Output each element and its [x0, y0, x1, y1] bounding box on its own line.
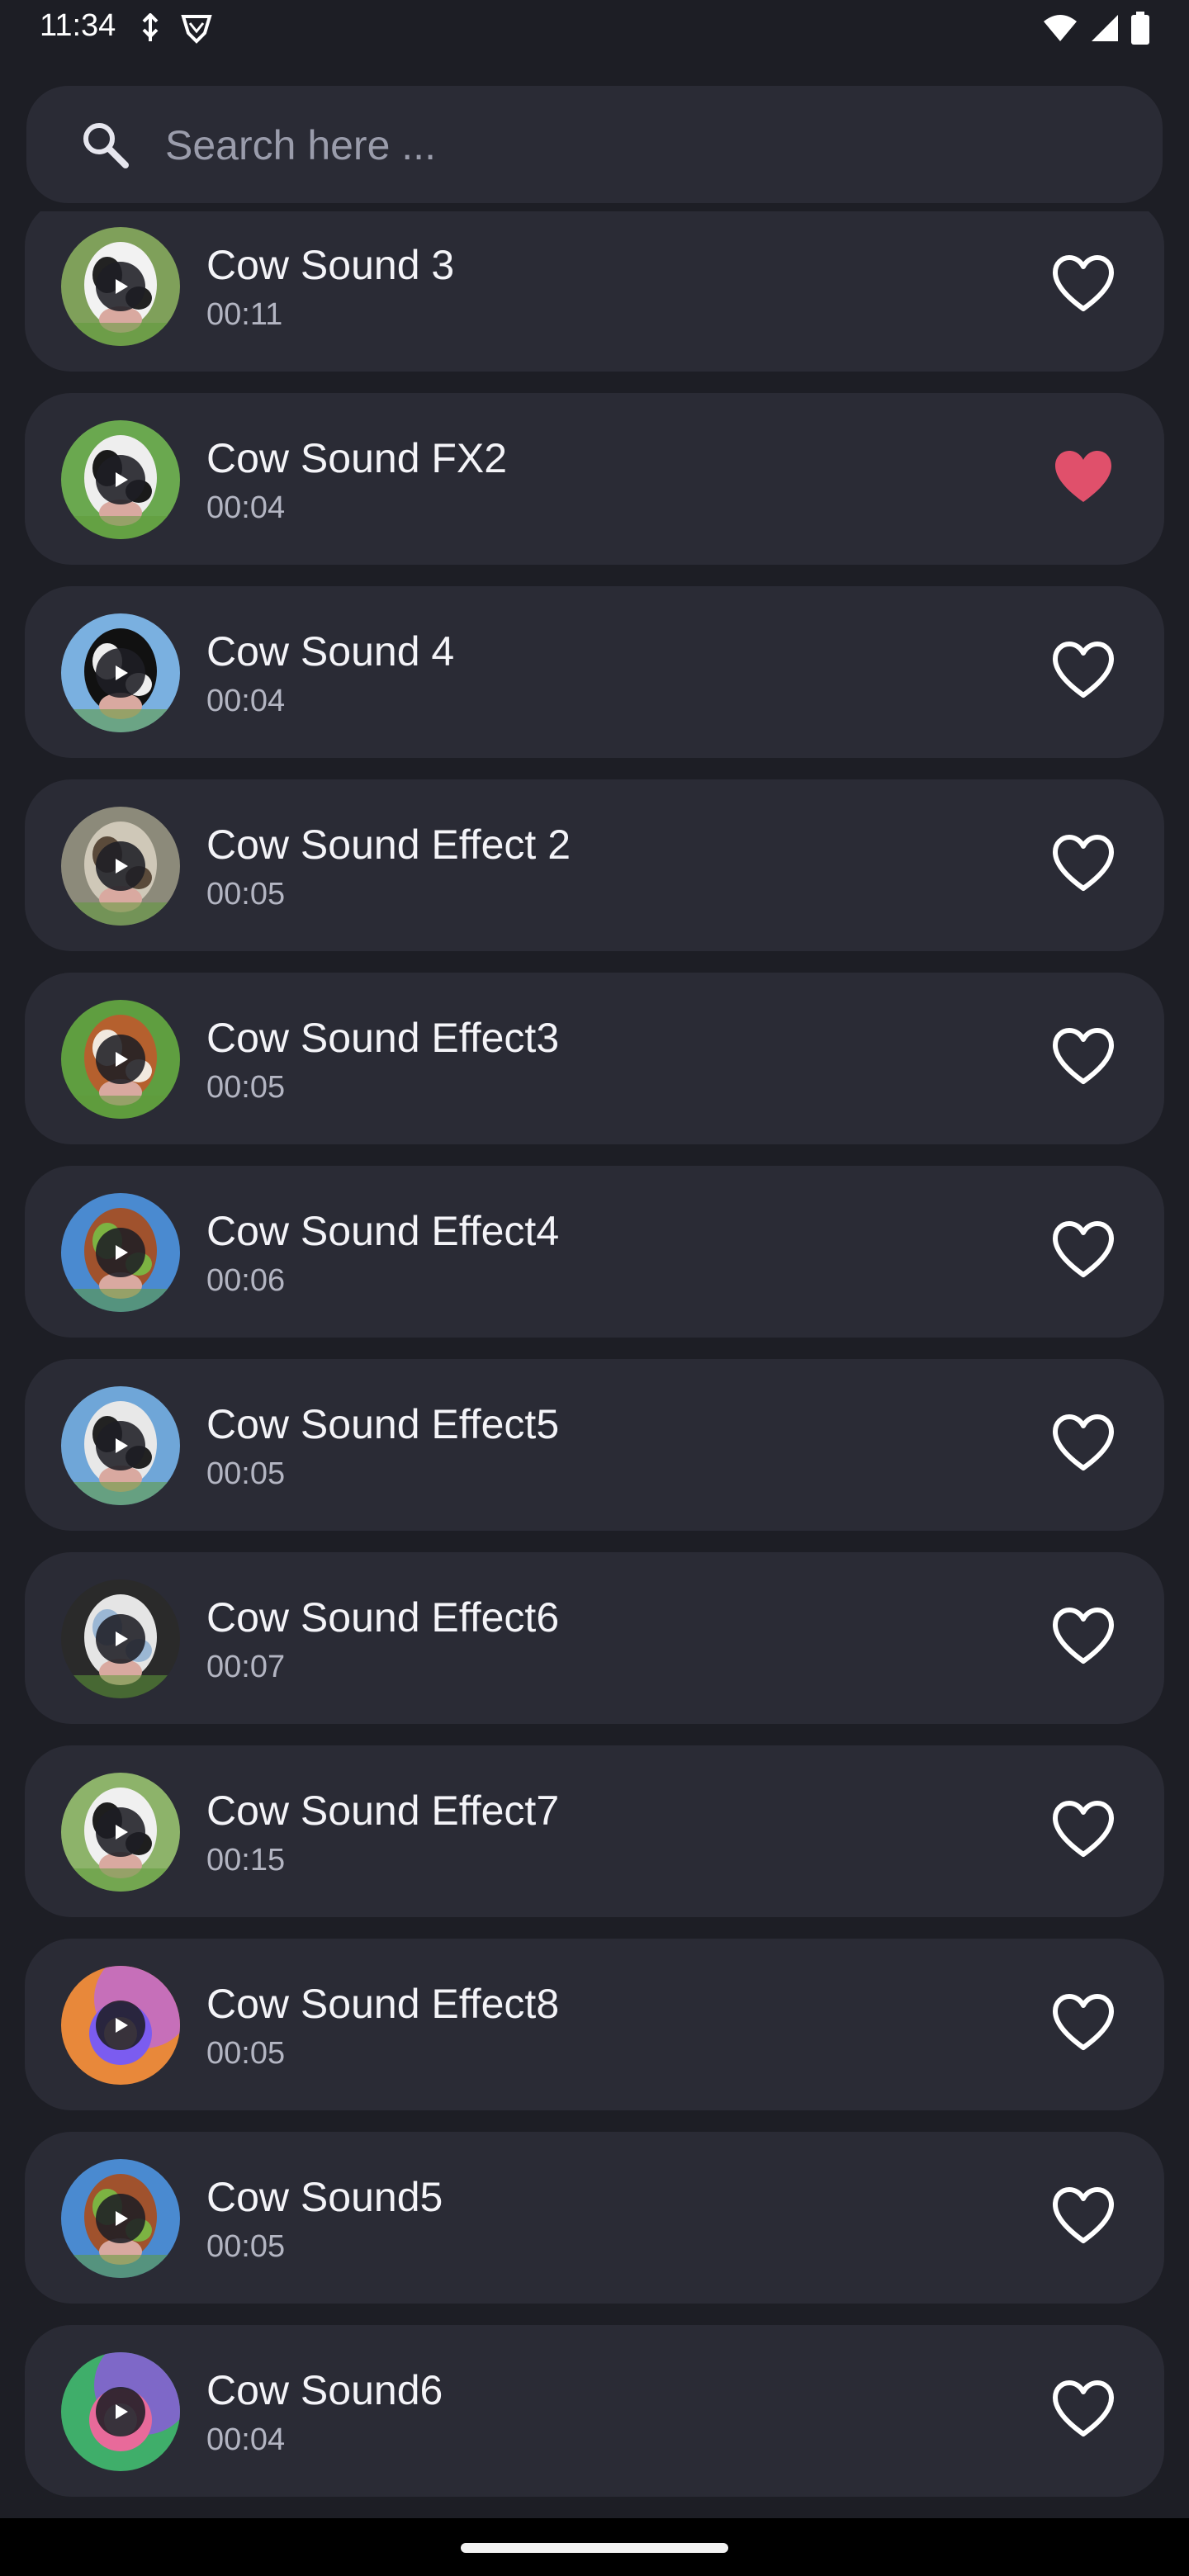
sound-duration: 00:05	[206, 877, 286, 912]
sound-duration: 00:05	[206, 1456, 286, 1491]
status-bar: 11:34	[0, 0, 1189, 66]
play-icon	[96, 841, 145, 891]
favorite-button[interactable]	[1052, 1800, 1115, 1863]
sound-title: Cow Sound Effect3	[206, 1015, 560, 1061]
heart-outline-icon	[1053, 1994, 1114, 2050]
sound-card[interactable]: Cow Sound Effect4 00:06	[25, 1166, 1164, 1338]
home-indicator[interactable]	[461, 2543, 728, 2553]
play-button[interactable]	[61, 1193, 180, 1312]
play-button[interactable]	[61, 420, 180, 539]
shield-icon	[180, 12, 213, 49]
play-button[interactable]	[61, 1386, 180, 1505]
favorite-button[interactable]	[1052, 2186, 1115, 2249]
sound-duration: 00:05	[206, 1070, 286, 1105]
sound-duration: 00:15	[206, 1843, 286, 1878]
play-icon	[96, 2001, 145, 2050]
favorite-button[interactable]	[1052, 2379, 1115, 2442]
sound-duration: 00:07	[206, 1650, 286, 1684]
status-right-icons	[1042, 12, 1149, 49]
heart-outline-icon	[1053, 255, 1114, 311]
sound-title: Cow Sound Effect8	[206, 1981, 560, 2027]
sound-card[interactable]: Cow Sound Effect7 00:15	[25, 1745, 1164, 1917]
sound-title: Cow Sound5	[206, 2174, 443, 2220]
sound-card[interactable]: Cow Sound Effect6 00:07	[25, 1552, 1164, 1724]
sound-card[interactable]: Cow Sound 3 00:11	[25, 211, 1164, 372]
play-icon	[96, 2387, 145, 2436]
play-button[interactable]	[61, 227, 180, 346]
heart-filled-icon	[1055, 451, 1111, 502]
sound-duration: 00:06	[206, 1263, 286, 1298]
sound-card[interactable]: Cow Sound Effect8 00:05	[25, 1939, 1164, 2110]
play-button[interactable]	[61, 2352, 180, 2471]
play-button[interactable]	[61, 1000, 180, 1119]
battery-icon	[1131, 12, 1149, 49]
status-time: 11:34	[40, 8, 116, 43]
play-button[interactable]	[61, 1966, 180, 2085]
play-button[interactable]	[61, 2159, 180, 2278]
heart-outline-icon	[1053, 2187, 1114, 2243]
play-icon	[96, 2194, 145, 2243]
favorite-button[interactable]	[1052, 1027, 1115, 1090]
favorite-button[interactable]	[1052, 1993, 1115, 2056]
sound-duration: 00:11	[206, 297, 283, 332]
sound-duration: 00:04	[206, 684, 286, 718]
sound-title: Cow Sound Effect 2	[206, 822, 571, 868]
sound-title: Cow Sound Effect4	[206, 1208, 560, 1254]
sound-title: Cow Sound Effect7	[206, 1788, 560, 1834]
search-bar[interactable]	[26, 86, 1163, 203]
wifi-icon	[1042, 13, 1078, 47]
play-icon	[96, 648, 145, 698]
sound-card[interactable]: Cow Sound FX2 00:04	[25, 393, 1164, 565]
sound-card[interactable]: Cow Sound 4 00:04	[25, 586, 1164, 758]
favorite-button[interactable]	[1052, 641, 1115, 703]
heart-outline-icon	[1053, 1608, 1114, 1664]
sound-list[interactable]: Cow Sound 3 00:11 Cow Sound FX2 00:04 Cow So…	[0, 211, 1189, 2518]
sound-card[interactable]: Cow Sound Effect5 00:05	[25, 1359, 1164, 1531]
play-button[interactable]	[61, 1579, 180, 1698]
play-icon	[96, 1421, 145, 1470]
play-button[interactable]	[61, 1773, 180, 1892]
heart-outline-icon	[1053, 642, 1114, 698]
heart-outline-icon	[1053, 1801, 1114, 1857]
search-input[interactable]	[163, 111, 1116, 180]
usb-debug-icon	[139, 12, 162, 47]
sound-title: Cow Sound Effect6	[206, 1594, 560, 1641]
sound-title: Cow Sound 3	[206, 242, 455, 288]
play-icon	[96, 1807, 145, 1857]
search-icon	[79, 119, 130, 170]
favorite-button[interactable]	[1052, 1220, 1115, 1283]
sound-card[interactable]: Cow Sound6 00:04	[25, 2325, 1164, 2497]
sound-duration: 00:05	[206, 2036, 286, 2071]
play-icon	[96, 455, 145, 504]
status-left-icons	[139, 12, 213, 49]
sound-duration: 00:04	[206, 2422, 286, 2457]
play-button[interactable]	[61, 613, 180, 732]
sound-title: Cow Sound6	[206, 2367, 443, 2413]
favorite-button[interactable]	[1052, 447, 1115, 510]
favorite-button[interactable]	[1052, 254, 1115, 317]
heart-outline-icon	[1053, 835, 1114, 891]
sound-duration: 00:04	[206, 490, 286, 525]
play-icon	[96, 1228, 145, 1277]
heart-outline-icon	[1053, 1221, 1114, 1277]
favorite-button[interactable]	[1052, 1607, 1115, 1669]
sound-title: Cow Sound Effect5	[206, 1401, 560, 1447]
play-icon	[96, 1035, 145, 1084]
sound-card[interactable]: Cow Sound Effect3 00:05	[25, 973, 1164, 1144]
sound-duration: 00:05	[206, 2229, 286, 2264]
sound-title: Cow Sound 4	[206, 628, 455, 675]
heart-outline-icon	[1053, 1414, 1114, 1470]
play-icon	[96, 1614, 145, 1664]
heart-outline-icon	[1053, 2380, 1114, 2436]
sound-card[interactable]: Cow Sound5 00:05	[25, 2132, 1164, 2304]
favorite-button[interactable]	[1052, 1413, 1115, 1476]
play-button[interactable]	[61, 807, 180, 926]
heart-outline-icon	[1053, 1028, 1114, 1084]
favorite-button[interactable]	[1052, 834, 1115, 897]
signal-icon	[1090, 13, 1120, 47]
play-icon	[96, 262, 145, 311]
sound-title: Cow Sound FX2	[206, 435, 508, 481]
sound-card[interactable]: Cow Sound Effect 2 00:05	[25, 779, 1164, 951]
